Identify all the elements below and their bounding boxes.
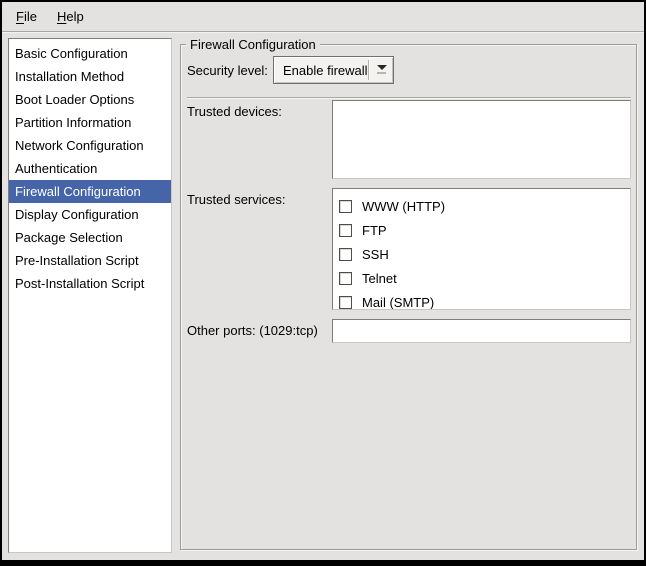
trusted-services-label: Trusted services:	[187, 188, 332, 310]
checkbox-icon[interactable]	[339, 248, 352, 261]
service-row-telnet[interactable]: Telnet	[339, 266, 630, 290]
sidebar-item-display-configuration[interactable]: Display Configuration	[9, 203, 171, 226]
service-label: Mail (SMTP)	[362, 295, 434, 310]
section-list: Basic Configuration Installation Method …	[8, 38, 172, 553]
sidebar-item-basic-configuration[interactable]: Basic Configuration	[9, 42, 171, 65]
service-row-ftp[interactable]: FTP	[339, 218, 630, 242]
service-label: Telnet	[362, 271, 397, 286]
sidebar-item-network-configuration[interactable]: Network Configuration	[9, 134, 171, 157]
sidebar-item-boot-loader-options[interactable]: Boot Loader Options	[9, 88, 171, 111]
separator	[187, 97, 631, 99]
service-row-mail-smtp[interactable]: Mail (SMTP)	[339, 290, 630, 310]
checkbox-icon[interactable]	[339, 296, 352, 309]
other-ports-label: Other ports: (1029:tcp)	[187, 319, 332, 343]
security-level-row: Security level:	[187, 56, 273, 84]
service-row-ssh[interactable]: SSH	[339, 242, 630, 266]
frame-title: Firewall Configuration	[186, 36, 320, 53]
menu-help[interactable]: Help	[47, 5, 94, 28]
service-row-www-http[interactable]: WWW (HTTP)	[339, 194, 630, 218]
security-level-label: Security level:	[187, 63, 273, 78]
trusted-services-list[interactable]: WWW (HTTP) FTP SSH Telnet Mail (SMTP)	[332, 188, 631, 310]
sidebar-item-package-selection[interactable]: Package Selection	[9, 226, 171, 249]
trusted-devices-row: Trusted devices:	[187, 100, 631, 179]
sidebar-item-pre-installation-script[interactable]: Pre-Installation Script	[9, 249, 171, 272]
menu-help-mnemonic: H	[57, 9, 66, 24]
sidebar-item-partition-information[interactable]: Partition Information	[9, 111, 171, 134]
menubar: File Help	[2, 2, 644, 32]
sidebar-item-installation-method[interactable]: Installation Method	[9, 65, 171, 88]
security-level-dropdown[interactable]: Enable firewall	[273, 56, 394, 84]
kickstart-configurator-window: File Help Basic Configuration Installati…	[0, 0, 646, 566]
other-ports-input[interactable]	[332, 319, 631, 343]
service-label: FTP	[362, 223, 387, 238]
menu-help-rest: elp	[66, 9, 83, 24]
service-label: WWW (HTTP)	[362, 199, 445, 214]
checkbox-icon[interactable]	[339, 272, 352, 285]
sidebar-item-authentication[interactable]: Authentication	[9, 157, 171, 180]
menu-file-mnemonic: F	[16, 9, 24, 24]
trusted-services-row: Trusted services: WWW (HTTP) FTP SSH Tel…	[187, 188, 631, 310]
sidebar-item-post-installation-script[interactable]: Post-Installation Script	[9, 272, 171, 295]
checkbox-icon[interactable]	[339, 224, 352, 237]
service-label: SSH	[362, 247, 389, 262]
trusted-devices-label: Trusted devices:	[187, 100, 332, 179]
security-level-value: Enable firewall	[274, 57, 368, 83]
trusted-devices-list[interactable]	[332, 100, 631, 179]
checkbox-icon[interactable]	[339, 200, 352, 213]
other-ports-row: Other ports: (1029:tcp)	[187, 319, 631, 343]
dropdown-arrow-icon[interactable]	[370, 57, 393, 83]
menu-file-rest: ile	[24, 9, 37, 24]
firewall-configuration-frame: Firewall Configuration Security level: E…	[180, 44, 637, 550]
sidebar-item-firewall-configuration[interactable]: Firewall Configuration	[9, 180, 171, 203]
menu-file[interactable]: File	[6, 5, 47, 28]
